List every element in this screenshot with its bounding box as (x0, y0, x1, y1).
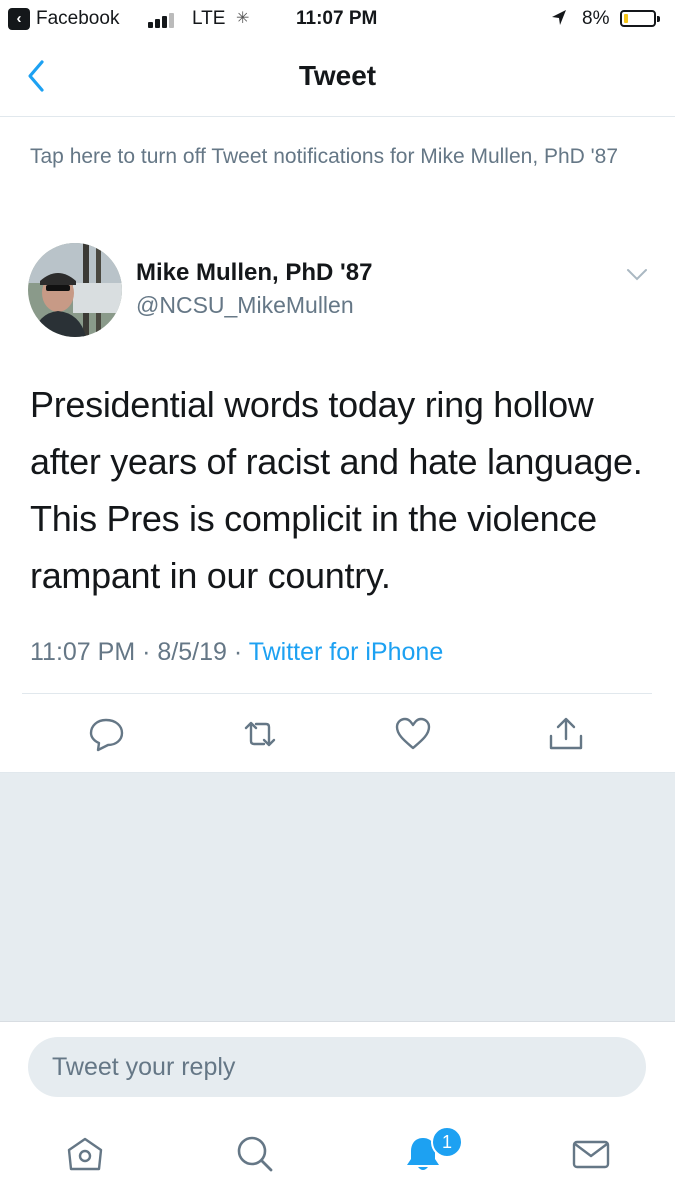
replies-area (0, 773, 675, 1021)
avatar[interactable] (28, 243, 122, 337)
meta-separator: · (233, 638, 243, 666)
author-name[interactable]: Mike Mullen, PhD '87 (136, 259, 372, 287)
retweet-icon[interactable] (240, 714, 280, 754)
like-icon[interactable] (393, 714, 433, 754)
search-icon[interactable] (234, 1133, 276, 1175)
location-arrow-icon (550, 8, 568, 34)
divider (22, 693, 652, 694)
back-app-label: Facebook (36, 8, 120, 29)
reply-input[interactable]: Tweet your reply (28, 1037, 646, 1097)
chevron-down-icon[interactable] (626, 267, 648, 283)
tweet-date: 8/5/19 (157, 638, 227, 666)
tweet-author: Mike Mullen, PhD '87 @NCSU_MikeMullen (28, 243, 648, 343)
messages-icon[interactable] (570, 1133, 612, 1175)
page-title: Tweet (298, 60, 377, 91)
notification-badge: 1 (431, 1126, 463, 1158)
tweet-meta: 11:07 PM · 8/5/19 · Twitter for iPhone (30, 638, 443, 667)
navigation-bar: Tweet (0, 38, 675, 117)
chevron-left-icon: ‹ (8, 8, 30, 30)
tweet-time: 11:07 PM (30, 638, 136, 666)
notification-toggle-banner[interactable]: Tap here to turn off Tweet notifications… (30, 142, 640, 171)
tab-bar (0, 1121, 675, 1200)
author-handle[interactable]: @NCSU_MikeMullen (136, 292, 354, 319)
activity-spinner-icon: ✳ (236, 10, 250, 27)
reply-icon[interactable] (86, 714, 126, 754)
network-type: LTE (192, 8, 226, 29)
share-icon[interactable] (546, 714, 586, 754)
status-bar: ‹ Facebook LTE ✳ 11:07 PM 8% (0, 0, 675, 38)
tweet-source-link[interactable]: Twitter for iPhone (249, 638, 444, 666)
back-to-app-button[interactable]: ‹ Facebook (8, 8, 119, 30)
tweet-text: Presidential words today ring hollow aft… (30, 384, 643, 596)
battery-icon (620, 10, 660, 27)
reply-placeholder: Tweet your reply (52, 1053, 236, 1081)
clock: 11:07 PM (296, 8, 378, 29)
battery-percentage: 8% (582, 8, 610, 29)
reply-bar: Tweet your reply (0, 1021, 675, 1122)
meta-separator: · (142, 638, 151, 666)
home-icon[interactable] (64, 1133, 106, 1175)
tweet-actions (0, 700, 675, 773)
cellular-signal-icon (148, 12, 178, 28)
